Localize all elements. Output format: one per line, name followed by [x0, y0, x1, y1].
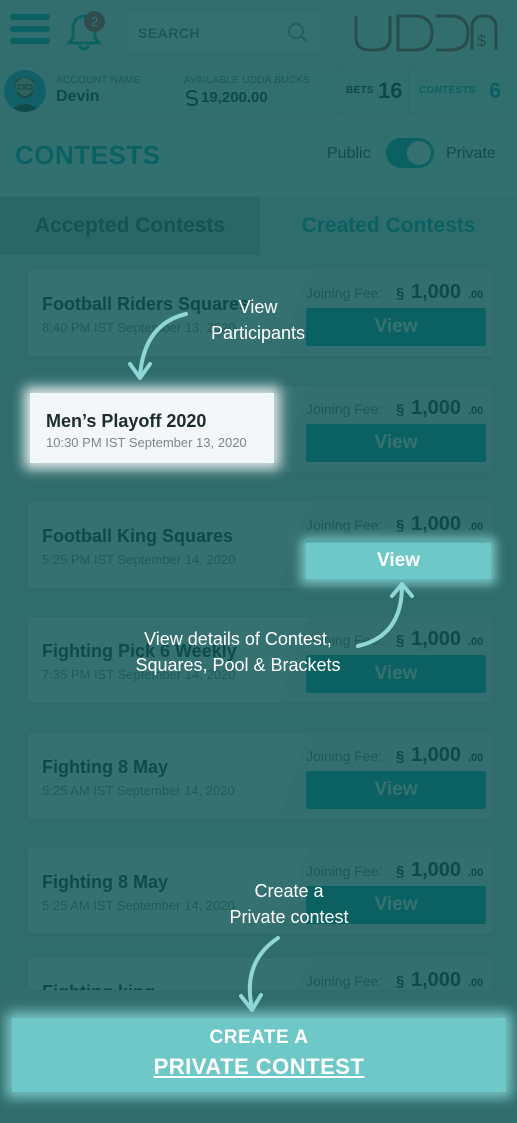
search-bar[interactable] [126, 13, 322, 53]
arrow-icon [128, 312, 188, 380]
public-private-toggle[interactable] [386, 138, 434, 168]
view-button[interactable]: View [306, 308, 486, 346]
create-label-line2: PRIVATE CONTEST [153, 1054, 365, 1079]
fee-amount: 1,000 [411, 969, 462, 990]
contest-time: 5:25 AM IST September 14, 2020 [42, 783, 235, 798]
contest-time: 5:25 PM IST September 14, 2020 [42, 552, 236, 567]
fee-amount: 1,000 [411, 513, 462, 535]
fee-amount: 1,000 [411, 397, 462, 419]
contest-name: Football King Squares [42, 526, 234, 546]
udda-bucks-icon: § [396, 401, 405, 418]
svg-text:$: $ [477, 33, 486, 50]
view-button[interactable]: View [306, 424, 486, 462]
account-bar: ACCOUNT NAME Devin AVAILABLE UDDA BUCKS … [0, 66, 517, 116]
fee-label: Joining Fee: [306, 973, 383, 989]
udda-bucks-icon: § [396, 748, 405, 765]
contests-count[interactable]: 6 [489, 78, 501, 104]
divider [337, 66, 338, 116]
fee-amount: 1,000 [411, 281, 462, 303]
fee-amount: 1,000 [411, 859, 462, 881]
search-icon[interactable] [287, 22, 309, 44]
arrow-icon [239, 936, 280, 1012]
fee-cents: .00 [468, 752, 484, 764]
contest-name: Fighting king [42, 982, 155, 990]
view-button[interactable]: View [306, 771, 486, 809]
account-name-label: ACCOUNT NAME [56, 75, 141, 86]
title-row: CONTESTS Public Private [0, 116, 517, 196]
fee-amount: 1,000 [411, 744, 462, 766]
contest-time: 10:30 PM IST September 13, 2020 [46, 435, 247, 450]
bucks-label: AVAILABLE UDDA BUCKS [184, 75, 311, 86]
fee-cents: .00 [468, 867, 484, 879]
tip-line: Create a [254, 881, 324, 901]
bucks-value: 19,200.00 [201, 89, 268, 106]
tip-line: Participants [210, 323, 306, 343]
tip-line: Squares, Pool & Brackets [135, 655, 341, 675]
page-title: CONTESTS [15, 140, 161, 170]
avatar[interactable] [4, 70, 46, 112]
contest-name: Fighting 8 May [42, 757, 168, 777]
toggle-label-private[interactable]: Private [446, 145, 496, 163]
fee-cents: .00 [468, 521, 484, 533]
tab-accepted-contests[interactable]: Accepted Contests [0, 197, 260, 255]
highlighted-create-button[interactable]: CREATE A PRIVATE CONTEST [12, 1018, 506, 1092]
udda-bucks-icon: § [396, 517, 405, 534]
tip-view-participants: View Participants [188, 294, 328, 346]
fee-label: Joining Fee: [306, 401, 383, 417]
fee-cents: .00 [468, 977, 484, 989]
divider [408, 66, 409, 116]
top-bar: 2 $ [0, 0, 517, 66]
tip-line: View details of Contest, [144, 629, 332, 649]
contest-name: Men’s Playoff 2020 [46, 411, 207, 431]
fee-cents: .00 [468, 405, 484, 417]
udda-bucks-icon: § [396, 285, 405, 302]
fee-cents: .00 [468, 289, 484, 301]
toggle-label-public[interactable]: Public [327, 145, 371, 163]
fee-cents: .00 [468, 636, 484, 648]
bets-count[interactable]: 16 [378, 78, 402, 104]
account-name: Devin [56, 88, 100, 105]
menu-icon[interactable] [10, 14, 50, 48]
udda-bucks-icon: § [396, 973, 405, 990]
tip-create-private: Create a Private contest [204, 878, 374, 930]
arrow-icon [356, 582, 414, 648]
contest-card[interactable]: Fighting 8 May 5:25 AM IST September 14,… [28, 733, 493, 819]
udda-bucks-icon [185, 89, 199, 107]
contest-name: Fighting 8 May [42, 872, 168, 892]
highlighted-contest-card[interactable]: Men’s Playoff 2020 10:30 PM IST Septembe… [30, 393, 274, 463]
contests-label[interactable]: CONTESTS [419, 85, 476, 96]
tip-view-details: View details of Contest, Squares, Pool &… [98, 626, 378, 678]
tab-created-contests[interactable]: Created Contests [260, 197, 517, 255]
fee-label: Joining Fee: [306, 863, 383, 879]
udda-bucks-icon: § [396, 863, 405, 880]
fee-label: Joining Fee: [306, 748, 383, 764]
create-label-line1: CREATE A [209, 1027, 309, 1048]
bets-label[interactable]: BETS [346, 85, 374, 96]
tip-line: Private contest [229, 907, 349, 927]
udda-logo: $ [354, 14, 498, 52]
search-input[interactable] [138, 13, 288, 53]
notification-badge: 2 [84, 11, 105, 32]
view-label: View [377, 550, 420, 571]
fee-label: Joining Fee: [306, 517, 383, 533]
highlighted-view-button[interactable]: View [306, 543, 491, 579]
tip-line: View [238, 297, 278, 317]
